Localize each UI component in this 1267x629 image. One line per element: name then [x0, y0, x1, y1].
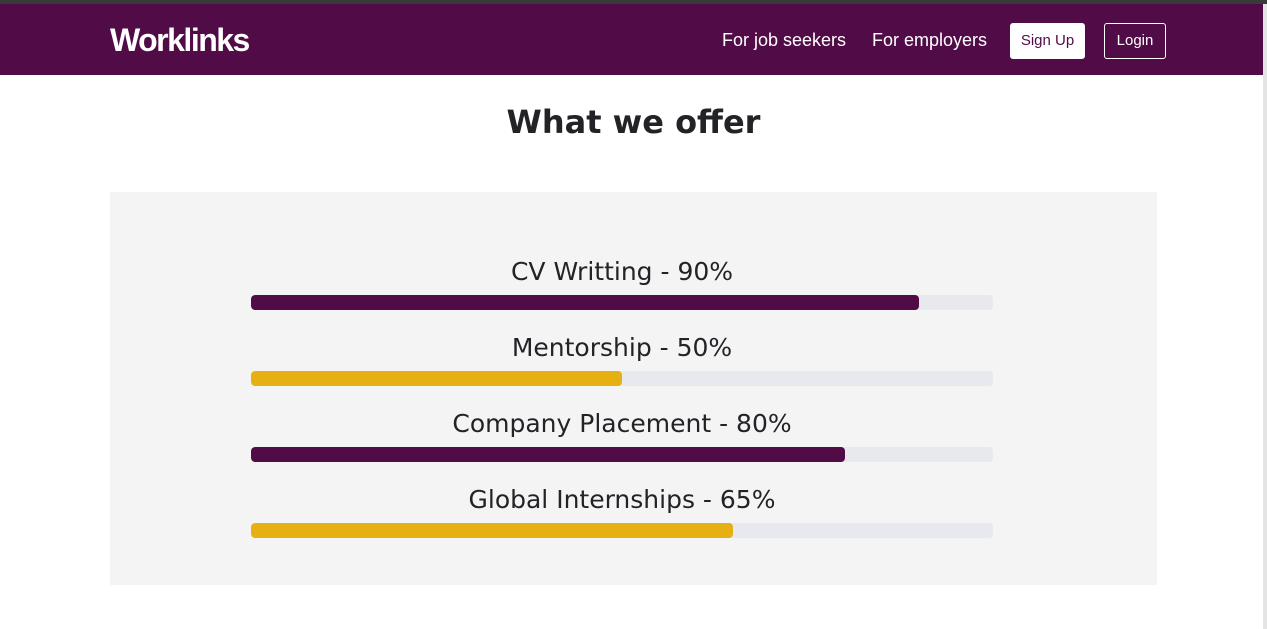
progress-track [251, 295, 993, 310]
nav-link-job-seekers[interactable]: For job seekers [722, 28, 846, 52]
skill-item-company-placement: Company Placement - 80% [251, 407, 993, 462]
page-scrollbar[interactable] [1263, 4, 1267, 629]
progress-track [251, 371, 993, 386]
skill-item-mentorship: Mentorship - 50% [251, 331, 993, 386]
login-button[interactable]: Login [1104, 23, 1166, 59]
skill-item-cv-writing: CV Writting - 90% [251, 255, 993, 310]
progress-track [251, 447, 993, 462]
nav-link-employers[interactable]: For employers [872, 28, 987, 52]
progress-fill [251, 295, 919, 310]
progress-fill [251, 371, 622, 386]
brand-logo[interactable]: Worklinks [110, 20, 250, 60]
skill-label: CV Writting - 90% [510, 257, 734, 286]
progress-fill [251, 447, 845, 462]
skill-item-global-internships: Global Internships - 65% [251, 483, 993, 538]
progress-fill [251, 523, 734, 538]
signup-button[interactable]: Sign Up [1010, 23, 1085, 59]
section-title: What we offer [506, 103, 761, 141]
skill-label: Mentorship - 50% [511, 333, 733, 362]
top-navbar: Worklinks For job seekers For employers … [0, 4, 1267, 75]
skill-label: Company Placement - 80% [452, 409, 792, 438]
progress-track [251, 523, 993, 538]
offer-panel: CV Writting - 90% Mentorship - 50% Compa… [110, 192, 1157, 585]
skill-label: Global Internships - 65% [468, 485, 776, 514]
